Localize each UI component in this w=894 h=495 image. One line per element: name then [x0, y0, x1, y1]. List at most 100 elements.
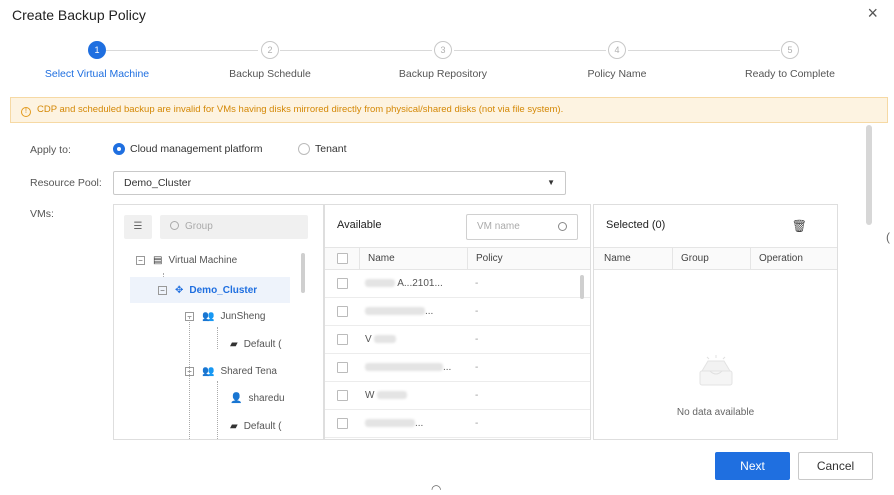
search-icon[interactable] [558, 222, 567, 231]
cluster-icon: ✥ [175, 284, 184, 296]
vm-name: A...2101... [365, 278, 443, 289]
table-row[interactable]: ... - [325, 410, 590, 438]
vm-search-placeholder: VM name [477, 221, 520, 232]
row-checkbox[interactable] [337, 306, 348, 317]
column-group: Group [672, 248, 709, 269]
selected-vms-pane: Selected (0) 🗑 Name Group Operation No d… [593, 204, 838, 440]
column-name: Name [604, 253, 631, 264]
step-number: 3 [434, 41, 452, 59]
vm-name: W [365, 390, 408, 401]
user-icon: 👤 [230, 393, 243, 404]
step-label: Ready to Complete [745, 68, 835, 80]
vm-policy: - [475, 362, 479, 373]
close-icon[interactable]: × [867, 3, 878, 23]
dialog-scrollbar[interactable] [866, 125, 872, 225]
folder-icon: ▰ [230, 421, 238, 432]
selected-table-header: Name Group Operation [594, 247, 837, 270]
trash-icon[interactable]: 🗑 [792, 219, 807, 233]
tree-node-virtual-machine[interactable]: − ▤ Virtual Machine [136, 255, 237, 266]
apply-to-label: Apply to: [30, 144, 71, 156]
tree-node-label: Demo_Cluster [189, 284, 258, 296]
table-row[interactable]: ... - [325, 298, 590, 326]
radio-cloud-management-platform[interactable]: Cloud management platform [113, 143, 263, 155]
edge-fragment: ( [886, 230, 890, 244]
search-icon [170, 221, 179, 230]
tree-connector [189, 317, 190, 439]
step-policy-name[interactable]: 4 Policy Name [537, 36, 697, 80]
radio-label: Tenant [315, 143, 347, 155]
table-row[interactable]: A...2101... - [325, 270, 590, 298]
radio-label: Cloud management platform [130, 143, 263, 155]
tree-connector [217, 327, 218, 349]
empty-state-text: No data available [676, 407, 755, 418]
radio-button-checked[interactable] [113, 143, 125, 155]
step-number: 5 [781, 41, 799, 59]
collapse-icon[interactable]: − [185, 367, 194, 376]
vm-name-search-input[interactable]: VM name [466, 214, 578, 240]
vm-policy: - [475, 278, 479, 289]
edge-fragment: ◠ [431, 482, 442, 495]
row-checkbox[interactable] [337, 334, 348, 345]
column-operation: Operation [750, 248, 803, 269]
wizard-stepper: 1 Select Virtual Machine 2 Backup Schedu… [0, 36, 894, 86]
tree-node-shared-tenant[interactable]: − 👥 Shared Tena [185, 366, 277, 377]
step-select-virtual-machine[interactable]: 1 Select Virtual Machine [17, 36, 177, 80]
available-vms-pane: Available VM name Name Policy A...2101..… [324, 204, 591, 440]
tree-node-label: Default ( [243, 421, 282, 432]
empty-box-icon [699, 355, 733, 386]
warning-banner: ! CDP and scheduled backup are invalid fo… [10, 97, 888, 123]
vms-label: VMs: [30, 208, 54, 220]
vm-name: ... [365, 418, 423, 429]
row-checkbox[interactable] [337, 278, 348, 289]
selected-title: Selected (0) [606, 219, 666, 231]
tree-node-label: Shared Tena [220, 366, 277, 377]
step-backup-schedule[interactable]: 2 Backup Schedule [190, 36, 350, 80]
vm-policy: - [475, 334, 479, 345]
available-table-header: Name Policy [325, 247, 590, 270]
radio-tenant[interactable]: Tenant [298, 143, 347, 155]
tree-node-junsheng[interactable]: − 👥 JunSheng [185, 311, 266, 322]
tree-node-default-folder[interactable]: ▰ Default ( [230, 339, 282, 350]
tree-node-demo-cluster[interactable]: − ✥ Demo_Cluster [130, 277, 290, 303]
tree-node-default-folder[interactable]: ▰ Default ( [230, 421, 282, 432]
cancel-button[interactable]: Cancel [798, 452, 873, 480]
users-icon: 👥 [202, 311, 215, 322]
step-label: Backup Schedule [229, 68, 311, 80]
tree-scrollbar[interactable] [301, 253, 305, 293]
step-backup-repository[interactable]: 3 Backup Repository [363, 36, 523, 80]
step-number: 4 [608, 41, 626, 59]
tree-node-label: Virtual Machine [168, 255, 238, 266]
select-all-checkbox[interactable] [337, 253, 348, 264]
resource-pool-select[interactable]: Demo_Cluster ▼ [113, 171, 566, 195]
collapse-icon[interactable]: − [185, 312, 194, 321]
resource-pool-label: Resource Pool: [30, 177, 102, 189]
collapse-tree-icon[interactable]: ☰ [124, 215, 152, 239]
group-tree-pane: ☰ Group − ▤ Virtual Machine − ✥ Demo_Clu… [113, 204, 324, 440]
next-button[interactable]: Next [715, 452, 790, 480]
step-label: Policy Name [587, 68, 647, 80]
collapse-icon[interactable]: − [158, 285, 167, 295]
users-icon: 👥 [202, 366, 215, 377]
table-row[interactable]: W - [325, 382, 590, 410]
row-checkbox[interactable] [337, 362, 348, 373]
warning-text: CDP and scheduled backup are invalid for… [37, 104, 564, 115]
tree-node-shared-user[interactable]: 👤 sharedu [230, 393, 285, 404]
info-icon: ! [21, 107, 31, 117]
group-search-input[interactable]: Group [160, 215, 308, 239]
step-number: 1 [88, 41, 106, 59]
group-search-placeholder: Group [185, 221, 213, 232]
dialog-title: Create Backup Policy [12, 7, 146, 23]
vm-policy: - [475, 306, 479, 317]
table-row[interactable]: ... - [325, 354, 590, 382]
vm-policy: - [475, 418, 479, 429]
radio-button[interactable] [298, 143, 310, 155]
column-name: Name [359, 248, 395, 269]
table-row[interactable]: V - [325, 326, 590, 354]
step-ready-to-complete[interactable]: 5 Ready to Complete [710, 36, 870, 80]
step-label: Select Virtual Machine [44, 68, 150, 80]
row-checkbox[interactable] [337, 390, 348, 401]
step-label: Backup Repository [398, 68, 488, 80]
row-checkbox[interactable] [337, 418, 348, 429]
available-scrollbar[interactable] [580, 275, 584, 299]
collapse-icon[interactable]: − [136, 256, 145, 265]
